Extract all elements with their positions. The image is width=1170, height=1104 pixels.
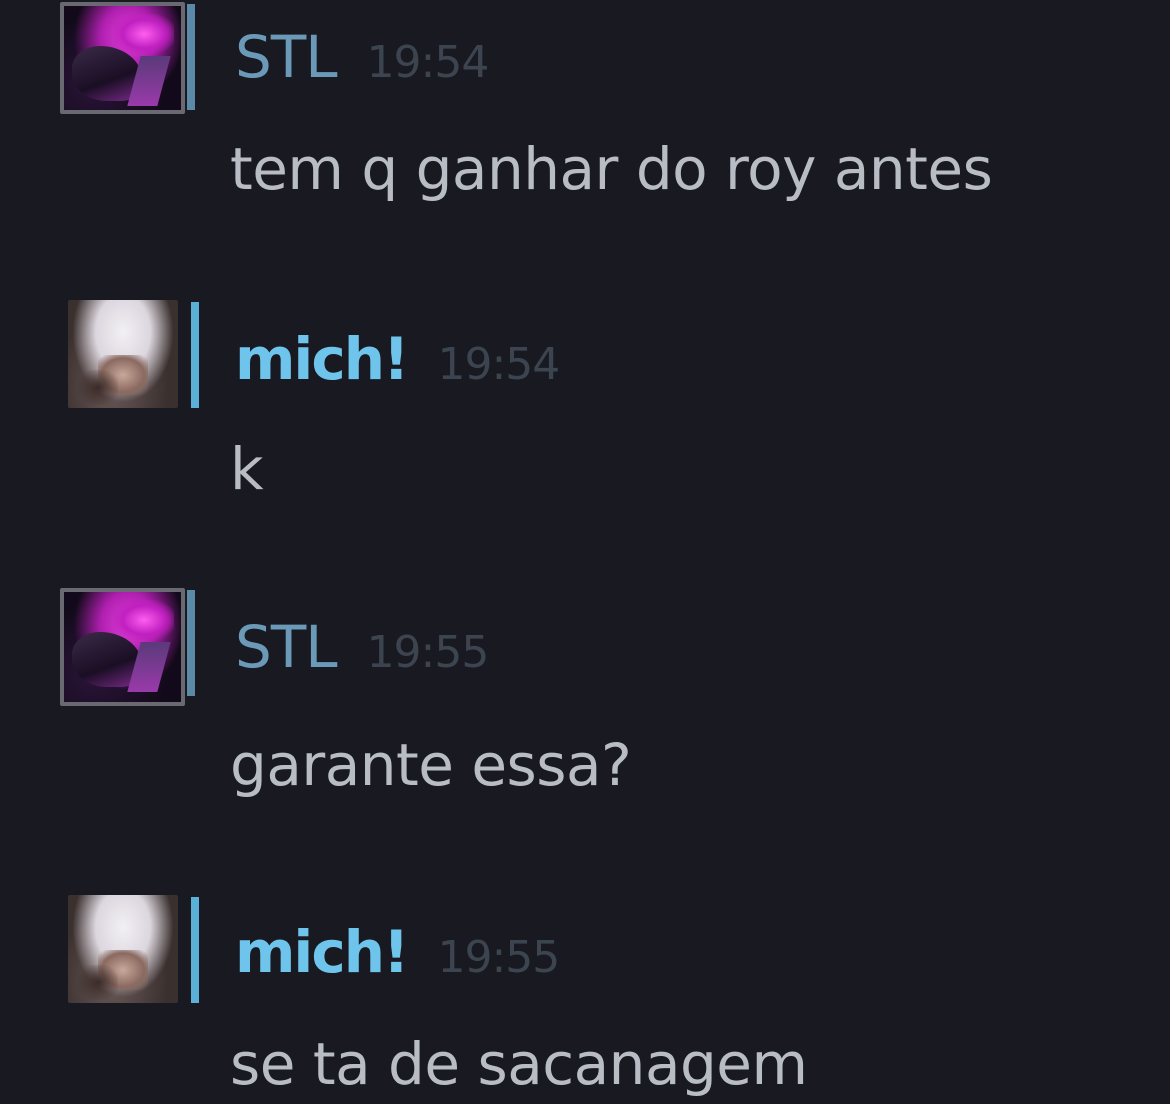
avatar-container[interactable] [68,895,203,1013]
avatar-image-part [114,14,174,54]
message-header: mich! 19:54 [235,330,560,390]
avatar-stl[interactable] [60,588,185,706]
message-header: mich! 19:55 [235,923,560,983]
avatar-stl[interactable] [60,2,185,114]
avatar-mich[interactable] [68,300,178,408]
timestamp: 19:54 [366,37,490,88]
online-status-indicator [191,897,199,1003]
username[interactable]: STL [235,28,338,86]
message-text: se ta de sacanagem [230,1030,808,1098]
avatar-mich[interactable] [68,895,178,1003]
online-status-indicator [187,4,195,110]
avatar-container[interactable] [60,588,195,706]
timestamp: 19:55 [366,627,490,678]
timestamp: 19:54 [437,339,560,390]
message-text: k [230,435,264,503]
avatar-image-part [114,600,174,640]
message-text: garante essa? [230,731,632,799]
avatar-container[interactable] [68,300,203,418]
avatar-container[interactable] [60,2,195,120]
timestamp: 19:55 [437,932,560,983]
username[interactable]: mich! [235,330,409,388]
online-status-indicator [187,590,195,696]
online-status-indicator [191,302,199,408]
avatar-image-part [78,370,118,405]
message-header: STL 19:54 [235,28,490,88]
username[interactable]: mich! [235,923,409,981]
username[interactable]: STL [235,618,338,676]
avatar-image-part [78,965,118,1000]
message-header: STL 19:55 [235,618,490,678]
message-text: tem q ganhar do roy antes [230,135,993,203]
chat-log: STL 19:54 tem q ganhar do roy antes mich!… [0,0,1170,1104]
